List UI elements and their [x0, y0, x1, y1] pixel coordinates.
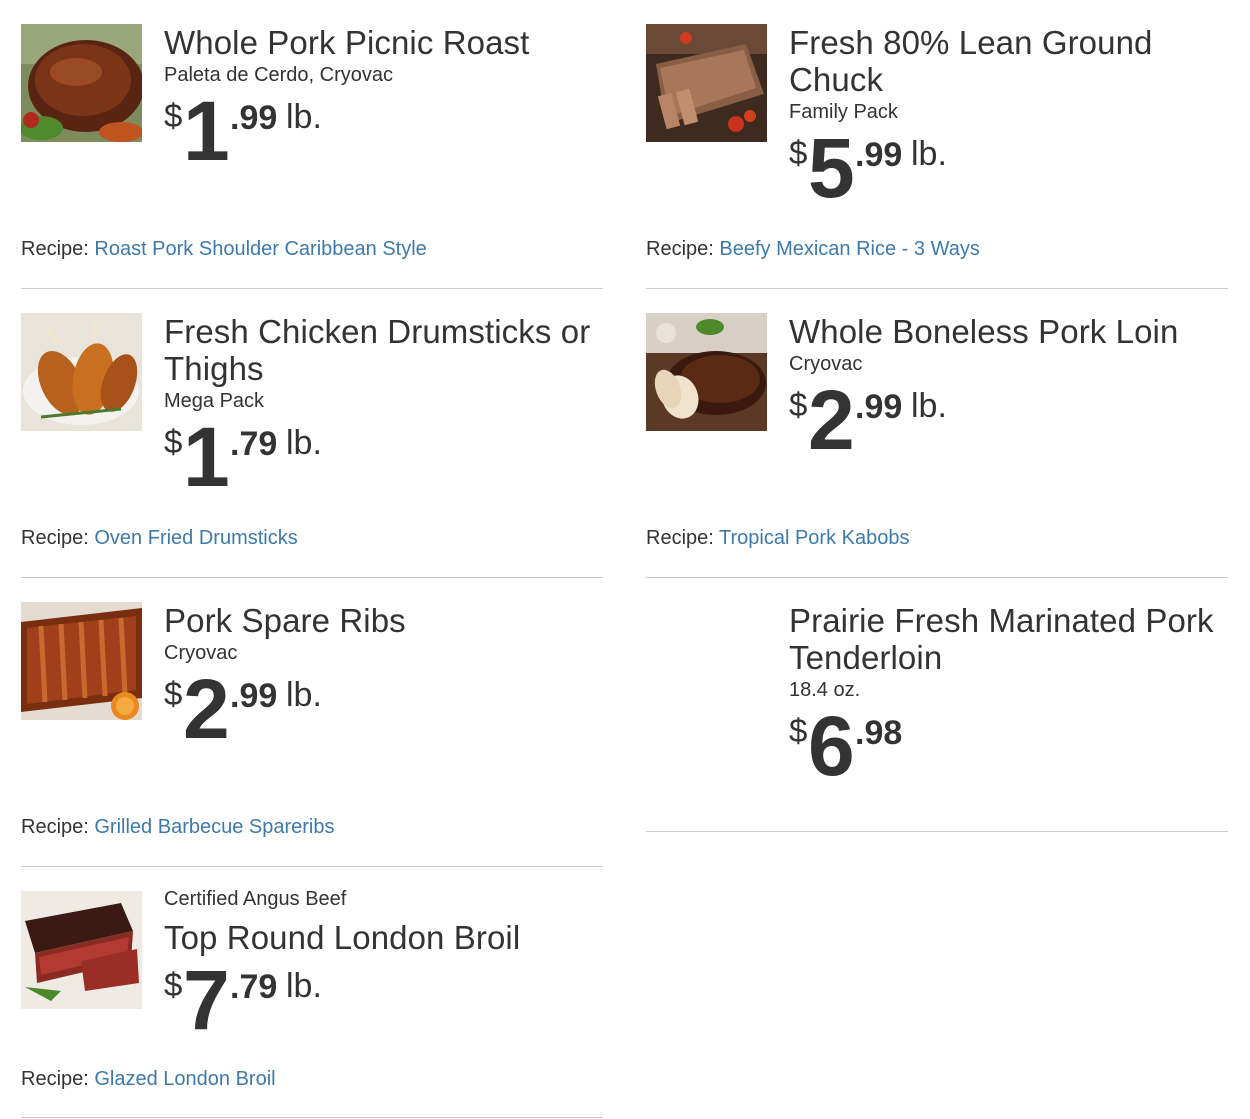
product-subtitle: Cryovac — [789, 353, 863, 375]
product-subtitle: Paleta de Cerdo, Cryovac — [164, 64, 394, 86]
price-cents: .99 — [230, 677, 278, 715]
recipe-line: Recipe: Grilled Barbecue Spareribs — [21, 815, 335, 839]
recipe-link[interactable]: Beefy Mexican Rice - 3 Ways — [719, 238, 979, 260]
price-cents: .79 — [230, 968, 278, 1006]
recipe-label: Recipe: — [21, 1068, 89, 1090]
price-unit: lb. — [911, 387, 947, 425]
recipe-line: Recipe: Oven Fried Drumsticks — [21, 526, 298, 550]
price-dollar-sign: $ — [789, 134, 808, 171]
product-card: Whole Boneless Pork Loin Cryovac $ 2 .99… — [646, 313, 1228, 578]
product-price: $ 5 .99 lb. — [789, 126, 1234, 212]
price-whole: 6 — [808, 699, 855, 793]
product-card: Certified Angus Beef Top Round London Br… — [21, 888, 603, 1119]
recipe-line: Recipe: Tropical Pork Kabobs — [646, 526, 909, 550]
product-price: $ 2 .99 lb. — [164, 667, 609, 753]
price-cents: .79 — [230, 425, 278, 463]
product-price: $ 7 .79 lb. — [164, 958, 609, 1044]
divider — [646, 831, 1228, 832]
price-whole: 7 — [183, 953, 230, 1047]
divider — [21, 866, 603, 867]
recipe-label: Recipe: — [21, 816, 89, 838]
product-title[interactable]: Fresh Chicken Drumsticks or Thighs — [164, 313, 609, 387]
price-whole: 1 — [183, 84, 230, 178]
recipe-link[interactable]: Glazed London Broil — [94, 1068, 275, 1090]
product-title[interactable]: Pork Spare Ribs — [164, 602, 609, 639]
price-whole: 2 — [183, 662, 230, 756]
price-dollar-sign: $ — [164, 675, 183, 712]
product-price: $ 1 .99 lb. — [164, 89, 609, 175]
pork-loin-image[interactable] — [646, 313, 767, 431]
product-card: Fresh Chicken Drumsticks or Thighs Mega … — [21, 313, 603, 578]
price-cents: .99 — [230, 99, 278, 137]
price-unit: lb. — [286, 967, 322, 1005]
divider — [21, 577, 603, 578]
recipe-link[interactable]: Roast Pork Shoulder Caribbean Style — [94, 238, 426, 260]
recipe-line: Recipe: Glazed London Broil — [21, 1067, 276, 1091]
product-title[interactable]: Top Round London Broil — [164, 919, 609, 956]
recipe-line: Recipe: Roast Pork Shoulder Caribbean St… — [21, 237, 427, 261]
product-subtitle: 18.4 oz. — [789, 679, 861, 701]
divider — [646, 288, 1228, 289]
product-card: Fresh 80% Lean Ground Chuck Family Pack … — [646, 24, 1228, 289]
recipe-label: Recipe: — [21, 238, 89, 260]
recipe-line: Recipe: Beefy Mexican Rice - 3 Ways — [646, 237, 980, 261]
price-unit: lb. — [911, 135, 947, 173]
product-subtitle: Cryovac — [164, 642, 238, 664]
price-dollar-sign: $ — [789, 386, 808, 423]
recipe-label: Recipe: — [21, 527, 89, 549]
product-title[interactable]: Whole Boneless Pork Loin — [789, 313, 1234, 350]
price-dollar-sign: $ — [164, 966, 183, 1003]
product-title[interactable]: Prairie Fresh Marinated Pork Tenderloin — [789, 602, 1234, 676]
price-whole: 5 — [808, 121, 855, 215]
price-unit: lb. — [286, 676, 322, 714]
product-price: $ 2 .99 lb. — [789, 378, 1234, 464]
product-price: $ 6 .98 — [789, 704, 1234, 790]
product-card: Pork Spare Ribs Cryovac $ 2 .99 lb. Reci… — [21, 602, 603, 867]
divider — [646, 577, 1228, 578]
divider — [21, 1117, 603, 1118]
price-dollar-sign: $ — [164, 97, 183, 134]
price-cents: .99 — [855, 136, 903, 174]
product-title[interactable]: Fresh 80% Lean Ground Chuck — [789, 24, 1234, 98]
london-broil-image[interactable] — [21, 891, 142, 1009]
price-cents: .98 — [855, 714, 903, 752]
spare-ribs-image[interactable] — [21, 602, 142, 720]
price-whole: 2 — [808, 373, 855, 467]
product-card: Prairie Fresh Marinated Pork Tenderloin … — [646, 602, 1228, 834]
product-subtitle: Mega Pack — [164, 390, 265, 412]
product-card: Whole Pork Picnic Roast Paleta de Cerdo,… — [21, 24, 603, 289]
product-subtitle: Family Pack — [789, 101, 898, 123]
price-unit: lb. — [286, 424, 322, 462]
recipe-link[interactable]: Oven Fried Drumsticks — [94, 527, 297, 549]
divider — [21, 288, 603, 289]
recipe-link[interactable]: Tropical Pork Kabobs — [719, 527, 909, 549]
recipe-label: Recipe: — [646, 527, 714, 549]
price-unit: lb. — [286, 98, 322, 136]
roast-pork-image[interactable] — [21, 24, 142, 142]
price-dollar-sign: $ — [164, 423, 183, 460]
price-dollar-sign: $ — [789, 712, 808, 749]
product-brand: Certified Angus Beef — [164, 888, 347, 910]
price-cents: .99 — [855, 388, 903, 426]
recipe-label: Recipe: — [646, 238, 714, 260]
product-title[interactable]: Whole Pork Picnic Roast — [164, 24, 609, 61]
chicken-drumsticks-image[interactable] — [21, 313, 142, 431]
recipe-link[interactable]: Grilled Barbecue Spareribs — [94, 816, 334, 838]
product-price: $ 1 .79 lb. — [164, 415, 609, 501]
meatloaf-image[interactable] — [646, 24, 767, 142]
price-whole: 1 — [183, 410, 230, 504]
